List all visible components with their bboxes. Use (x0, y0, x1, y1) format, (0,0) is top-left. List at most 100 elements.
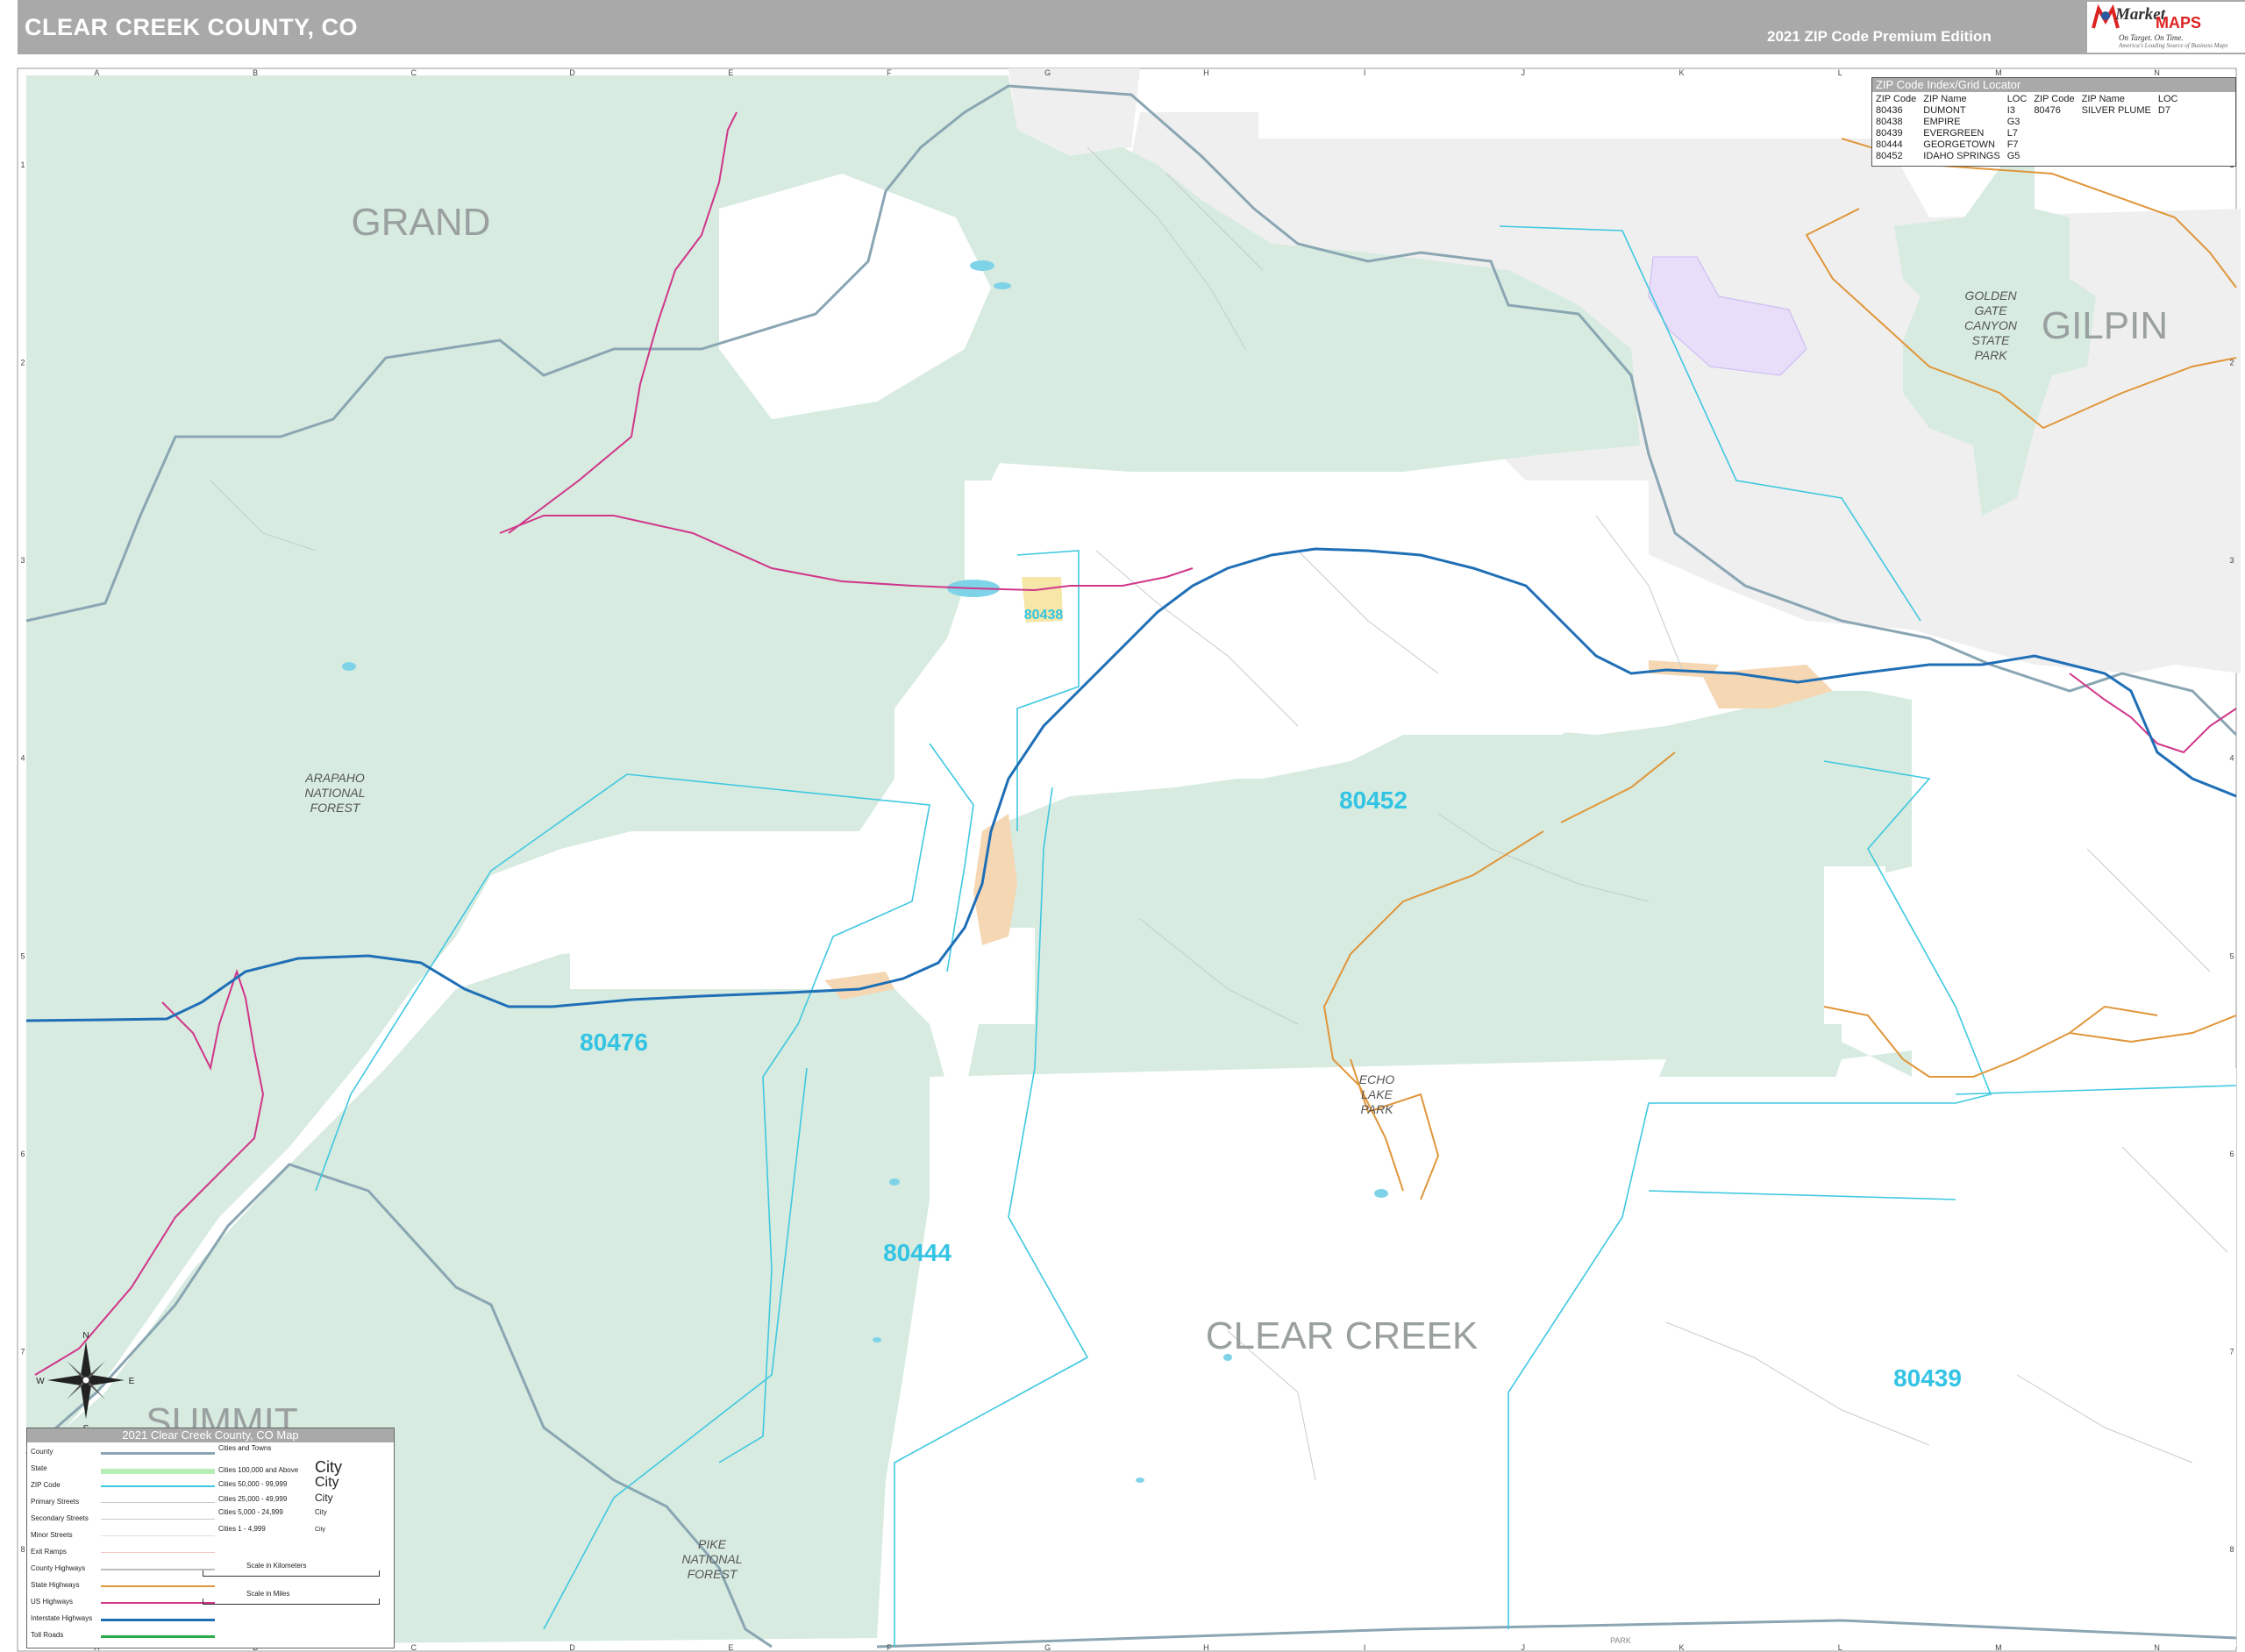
legend-line-item: Secondary Streets (31, 1514, 215, 1525)
legend-city-sample: City (315, 1527, 326, 1533)
grid-label: 6 (2229, 1150, 2234, 1158)
zip-index-zip: 80439 (1876, 128, 1903, 139)
zip-label-80452: 80452 (1339, 787, 1408, 814)
grid-label: E (728, 68, 733, 77)
park-label-line: LAKE (1361, 1087, 1393, 1101)
zip-label-80438: 80438 (1024, 608, 1064, 623)
legend-line-swatch (101, 1452, 215, 1455)
zip-index-zip: 80452 (1876, 151, 1903, 161)
logo-subline: America's Leading Source of Business Map… (2119, 42, 2228, 49)
legend-line-swatch (101, 1535, 215, 1536)
zip-index-row: 80444 GEORGETOWN F7 (1872, 139, 2182, 151)
zip-label-80439: 80439 (1893, 1364, 1962, 1392)
grid-label: 4 (20, 754, 25, 763)
legend-city-class: Cities 50,000 - 99,999 City (218, 1475, 339, 1491)
zip-index-row: 80436 DUMONT I3 80476 SILVER PLUME D7 (1872, 105, 2182, 117)
zip-index-loc: F7 (2006, 139, 2019, 150)
legend-scale-km: Scale in Kilometers (246, 1562, 307, 1570)
park-label-line: GOLDEN (1964, 288, 2017, 303)
legend-city-range: Cities 50,000 - 99,999 (218, 1480, 288, 1488)
legend-scale-mi: Scale in Miles (246, 1590, 290, 1598)
legend-line-label: County (31, 1448, 53, 1456)
grid-label: M (1995, 68, 2002, 77)
county-map[interactable]: ABCDEFGHIJKLMN ABCDEFGHIJKLMN 12345678 1… (0, 60, 2245, 1652)
legend-city-class: Cities 25,000 - 49,999 City (218, 1492, 333, 1504)
zip-index-header: ZIP Code (1876, 94, 1917, 104)
grid-label: 7 (2229, 1348, 2234, 1356)
grid-label: K (1678, 68, 1684, 77)
grid-label: 7 (20, 1348, 25, 1356)
lake (1374, 1189, 1388, 1198)
park-label-line: NATIONAL (682, 1552, 743, 1566)
title-bar: CLEAR CREEK COUNTY, CO 2021 ZIP Code Pre… (18, 0, 2245, 54)
grid-label: 3 (20, 556, 25, 565)
grid-label: N (2154, 68, 2160, 77)
grid-label: N (2154, 1643, 2160, 1652)
zip-index-zip: 80436 (1876, 105, 1903, 116)
legend-city-class: Cities 1 - 4,999 City (218, 1525, 325, 1533)
park-label-line: NATIONAL (305, 786, 366, 800)
park-label-line: ARAPAHO (304, 771, 365, 785)
legend-line-item: County (31, 1448, 215, 1458)
grid-label: I (1364, 68, 1366, 77)
park-label-line: PARK (1360, 1102, 1393, 1116)
evergreen-clearing (1824, 866, 1885, 1024)
legend-city-sample: City (315, 1508, 327, 1516)
park-label-line: ECHO (1359, 1072, 1395, 1086)
grid-label: F (887, 68, 892, 77)
zip-index-zip: 80444 (1876, 139, 1903, 150)
grid-label: J (1522, 1643, 1526, 1652)
legend-line-label: US Highways (31, 1598, 74, 1606)
legend-city-range: Cities 100,000 and Above (218, 1466, 299, 1474)
park-label-line: PIKE (698, 1537, 727, 1551)
legend-city-class: Cities 100,000 and Above City (218, 1458, 342, 1477)
zip-index-name: EMPIRE (1923, 117, 1961, 127)
compass-e: E (129, 1377, 135, 1386)
legend-line-label: County Highways (31, 1564, 86, 1572)
zip-index-header: ZIP Name (2081, 94, 2125, 104)
legend-line-label: Toll Roads (31, 1631, 64, 1639)
grid-label: 1 (20, 160, 25, 169)
legend-line-item: Minor Streets (31, 1531, 215, 1542)
grid-label: B (253, 68, 258, 77)
legend-line-label: Exit Ramps (31, 1548, 67, 1556)
county-label-gilpin: GILPIN (2042, 304, 2168, 347)
zip-index-header: LOC (2006, 94, 2028, 104)
map-title: CLEAR CREEK COUNTY, CO (25, 14, 359, 40)
legend-line-label: Secondary Streets (31, 1514, 89, 1522)
legend-line-item: State (31, 1464, 215, 1475)
zip-index-title: ZIP Code Index/Grid Locator (1872, 78, 2235, 92)
legend-line-swatch (101, 1519, 215, 1520)
lake (994, 282, 1011, 289)
scale-bar-km (203, 1570, 380, 1577)
lake (889, 1178, 900, 1186)
legend-city-range: Cities 1 - 4,999 (218, 1525, 266, 1533)
grid-label: I (1364, 1643, 1366, 1652)
lake (970, 260, 994, 271)
georgetown-corridor-clearing (570, 901, 886, 989)
legend-city-class: Cities 5,000 - 24,999 City (218, 1508, 327, 1516)
map-legend: 2021 Clear Creek County, CO Map County St… (26, 1428, 395, 1648)
zip-index-loc: L7 (2006, 128, 2018, 139)
legend-line-swatch (101, 1569, 215, 1570)
grid-label: D (569, 68, 575, 77)
legend-line-swatch (101, 1502, 215, 1503)
grid-label: 3 (2229, 556, 2234, 565)
compass-n: N (82, 1331, 89, 1341)
grid-label: 5 (2229, 951, 2234, 960)
grid-label: J (1522, 68, 1526, 77)
grid-label: 8 (20, 1545, 25, 1554)
county-label-clear-creek: CLEAR CREEK (1206, 1314, 1479, 1357)
grid-label: G (1044, 68, 1051, 77)
zip-index-header-row: ZIP Code ZIP Name LOC ZIP Code ZIP Name … (1872, 94, 2182, 105)
logo-tagline: On Target. On Time. (2119, 33, 2184, 42)
grid-label: 6 (20, 1150, 25, 1158)
zip-index-zip: 80476 (2034, 105, 2061, 116)
legend-line-item: Interstate Highways (31, 1614, 215, 1625)
legend-line-swatch (101, 1619, 215, 1621)
legend-line-item: Exit Ramps (31, 1548, 215, 1558)
legend-city-sample: City (315, 1458, 342, 1476)
grid-label: K (1678, 1643, 1684, 1652)
zip-index-name: GEORGETOWN (1923, 139, 1995, 150)
legend-city-range: Cities 5,000 - 24,999 (218, 1508, 283, 1516)
